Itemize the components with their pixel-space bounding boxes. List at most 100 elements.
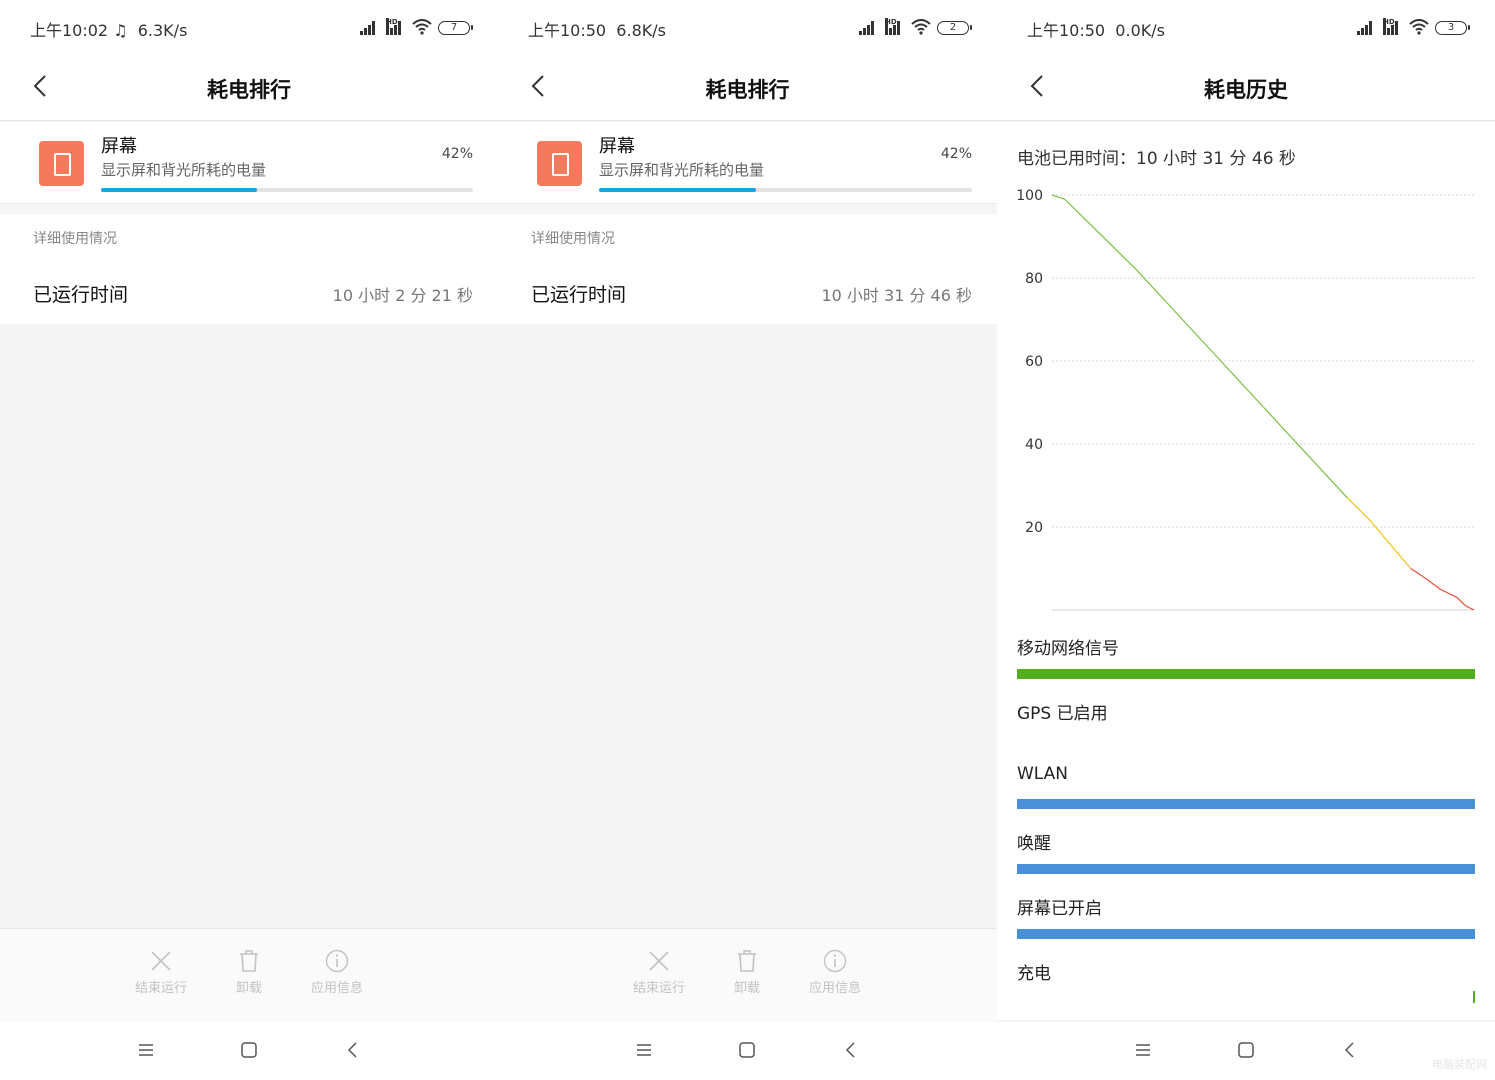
headset-icon: ♫ (113, 21, 128, 40)
history-row-label: 充电 (1017, 964, 1051, 984)
stop-button[interactable]: 结束运行 (624, 949, 694, 996)
stop-label: 结束运行 (632, 981, 685, 996)
runtime-value: 10 小时 2 分 21 秒 (332, 286, 473, 305)
status-time: 上午10:50 6.8K/s (528, 21, 666, 40)
y-tick-label: 20 (1025, 520, 1043, 536)
home-icon[interactable] (737, 1040, 757, 1060)
app-usage-card: 屏幕 显示屏和背光所耗的电量 42% (498, 122, 997, 204)
close-icon (151, 951, 171, 971)
uninstall-label: 卸载 (235, 981, 262, 996)
panel-power-ranking-1: 上午10:02 ♫ 6.3K/s HD 7 耗电排行 屏幕 显示屏和背光所耗的电… (0, 0, 498, 1080)
home-icon[interactable] (239, 1040, 259, 1060)
app-usage-card: 屏幕 显示屏和背光所耗的电量 42% (0, 122, 498, 204)
history-row-label: WLAN (1017, 764, 1069, 784)
y-tick-label: 60 (1025, 354, 1043, 370)
action-bar: 结束运行 卸载 应用信息 (498, 928, 997, 1022)
history-row: 唤醒 (1017, 829, 1475, 874)
battery-line-segment (1456, 597, 1466, 607)
status-time: 上午10:50 0.0K/s (1027, 21, 1165, 40)
stop-button[interactable]: 结束运行 (126, 949, 196, 996)
hd-signal-icon: HD (1383, 18, 1403, 35)
battery-line-segment (1465, 605, 1475, 611)
battery-line-segment (1423, 576, 1441, 590)
page-title: 耗电历史 (1204, 78, 1288, 102)
usage-progress-fill (599, 188, 756, 192)
nav-back-icon[interactable] (1340, 1040, 1360, 1060)
screen-icon (537, 141, 582, 186)
signal-icon (360, 21, 380, 35)
history-row-bar (1017, 799, 1475, 809)
history-row: 屏幕已开启 (1017, 894, 1475, 939)
battery-line-segment (1304, 451, 1348, 499)
usage-progress-fill (101, 188, 258, 192)
runtime-value: 10 小时 31 分 46 秒 (821, 286, 972, 305)
app-info-label: 应用信息 (310, 981, 363, 996)
app-percent: 42% (940, 146, 972, 162)
detail-section: 详细使用情况 已运行时间 10 小时 2 分 21 秒 (0, 214, 498, 324)
battery-line-segment (1346, 497, 1369, 520)
wifi-icon (412, 19, 432, 35)
info-icon (325, 949, 349, 973)
menu-icon[interactable] (136, 1040, 156, 1060)
status-bar: 上午10:02 ♫ 6.3K/s HD 7 (0, 0, 498, 54)
app-info-label: 应用信息 (808, 981, 861, 996)
menu-icon[interactable] (1133, 1040, 1153, 1060)
trash-icon (738, 950, 756, 972)
panel-power-ranking-2: 上午10:50 6.8K/s HD 2 耗电排行 屏幕 显示屏和背光所耗的电量 … (498, 0, 997, 1080)
hd-signal-icon: HD (386, 18, 406, 35)
nav-back-icon[interactable] (343, 1040, 363, 1060)
battery-line-segment (1389, 543, 1412, 569)
battery-line-segment (1072, 207, 1095, 229)
nav-back-icon[interactable] (841, 1040, 861, 1060)
wifi-icon (911, 19, 931, 35)
usage-progress-bar (101, 188, 473, 192)
app-percent: 42% (441, 146, 473, 162)
signal-icon (859, 21, 879, 35)
app-name: 屏幕 (599, 136, 635, 157)
y-tick-label: 100 (1016, 188, 1043, 204)
battery-icon: 3 (1435, 21, 1470, 35)
detail-section: 详细使用情况 已运行时间 10 小时 31 分 46 秒 (498, 214, 997, 324)
title-bar: 耗电历史 (997, 54, 1495, 121)
action-bar: 结束运行 卸载 应用信息 (0, 928, 498, 1022)
uninstall-button[interactable]: 卸载 (712, 949, 782, 996)
system-nav-bar (0, 1022, 498, 1080)
hd-signal-icon: HD (885, 18, 905, 35)
detail-header: 详细使用情况 (33, 231, 117, 247)
history-row-bar (1017, 864, 1475, 874)
battery-icon: 7 (438, 21, 473, 35)
system-nav-bar (498, 1022, 997, 1080)
charge-marker (1473, 991, 1475, 1003)
menu-icon[interactable] (634, 1040, 654, 1060)
battery-line-segment (1093, 227, 1137, 271)
info-icon (823, 949, 847, 973)
signal-icon (1357, 21, 1377, 35)
battery-line-segment (1368, 518, 1391, 544)
history-row: GPS 已启用 (1017, 699, 1475, 724)
page-title: 耗电排行 (705, 78, 790, 102)
app-description: 显示屏和背光所耗的电量 (101, 161, 267, 179)
app-description: 显示屏和背光所耗的电量 (599, 161, 765, 179)
battery-line-segment (1051, 194, 1065, 200)
y-tick-label: 80 (1025, 271, 1043, 287)
wifi-icon (1409, 19, 1429, 35)
history-row: WLAN (1017, 764, 1475, 809)
history-row: 移动网络信号 (1017, 634, 1475, 679)
uninstall-label: 卸载 (733, 981, 760, 996)
battery-icon: 2 (937, 21, 972, 35)
y-tick-label: 40 (1025, 437, 1043, 453)
history-row: 充电 (1017, 959, 1475, 1003)
runtime-label: 已运行时间 (33, 284, 129, 306)
status-time: 上午10:02 ♫ 6.3K/s (30, 21, 188, 40)
battery-level-chart: 100 80 60 40 20 (1016, 188, 1475, 611)
uninstall-button[interactable]: 卸载 (214, 949, 284, 996)
history-row-bar (1017, 669, 1475, 679)
battery-line-segment (1064, 198, 1074, 208)
app-name: 屏幕 (101, 136, 137, 157)
history-row-bar (1017, 929, 1475, 939)
detail-header: 详细使用情况 (531, 231, 615, 247)
app-info-button[interactable]: 应用信息 (800, 949, 870, 996)
home-icon[interactable] (1236, 1040, 1256, 1060)
app-info-button[interactable]: 应用信息 (302, 949, 372, 996)
runtime-label: 已运行时间 (531, 284, 627, 306)
